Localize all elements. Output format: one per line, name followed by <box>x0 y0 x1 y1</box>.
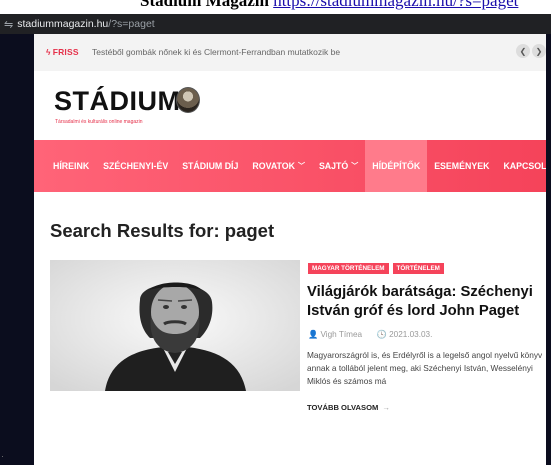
category-badge[interactable]: MAGYAR TÖRTÉNELEM <box>308 263 389 274</box>
right-dark-frame <box>546 34 551 465</box>
url-host: stadiummagazin.hu <box>17 18 109 30</box>
website-page: ϟ FRISS Testéből gombák nőnek ki és Clerm… <box>34 34 546 465</box>
result-thumbnail[interactable] <box>50 260 300 391</box>
nav-item-esemenyek[interactable]: ESEMÉNYEK <box>427 140 496 192</box>
logo-portrait-icon <box>176 87 200 113</box>
ticker-headline[interactable]: Testéből gombák nőnek ki és Clermont-Fer… <box>92 47 340 57</box>
cropped-link[interactable]: https://stadiummagazin.hu/?s=paget <box>273 0 518 10</box>
logo-tagline: Társadalmi és kulturális online magazin <box>55 119 143 125</box>
read-more-link[interactable]: TOVÁBB OLVASOM → <box>307 403 390 412</box>
chevron-down-icon: ﹀ <box>297 163 305 170</box>
result-author[interactable]: Vigh Tímea <box>320 330 362 339</box>
result-meta: 👤 Vigh Tímea 🕓 2021.03.03. <box>308 330 432 340</box>
category-badge[interactable]: TÖRTÉNELEM <box>392 263 444 274</box>
chevron-down-icon: ﹀ <box>351 163 359 170</box>
nav-item-hireink[interactable]: HÍREINK <box>34 140 96 192</box>
result-categories: MAGYAR TÖRTÉNELEM TÖRTÉNELEM <box>308 263 444 274</box>
ticker-prev-icon[interactable]: ❮ <box>516 44 530 58</box>
clock-icon: 🕓 <box>376 330 387 339</box>
result-excerpt: Magyarországról is, és Erdélyről is a le… <box>307 350 543 386</box>
ticker-next-icon[interactable]: ❯ <box>532 44 546 58</box>
browser-address-bar[interactable]: ⇋ stadiummagazin.hu/?s=paget <box>0 14 551 34</box>
cropped-page-heading: Stádium Magazin https://stadiummagazin.h… <box>0 0 551 14</box>
left-dark-frame: · <box>0 34 34 465</box>
nav-item-stadium-dij[interactable]: STÁDIUM DÍJ <box>175 140 245 192</box>
site-logo[interactable]: STÁDIUM Társadalmi és kulturális online … <box>34 71 546 137</box>
nav-item-szechenyi-ev[interactable]: SZÉCHENYI-ÉV <box>96 140 175 192</box>
bolt-icon: ϟ <box>46 47 51 57</box>
news-ticker: ϟ FRISS Testéből gombák nőnek ki és Clerm… <box>34 34 546 71</box>
url-path: /?s=paget <box>108 18 155 30</box>
site-info-icon[interactable]: ⇋ <box>4 18 13 31</box>
result-date: 2021.03.03. <box>389 330 433 339</box>
nav-item-sajto[interactable]: SAJTÓ ﹀ <box>312 140 365 192</box>
portrait-photo-icon <box>50 260 300 391</box>
logo-wordmark: STÁDIUM <box>54 86 181 116</box>
arrow-right-icon: → <box>382 403 390 412</box>
main-navigation: HÍREINK SZÉCHENYI-ÉV STÁDIUM DÍJ ROVATOK… <box>34 140 546 192</box>
search-results-heading: Search Results for: paget <box>50 220 275 241</box>
result-title-link[interactable]: Világjárók barátsága: Széchenyi István g… <box>307 283 543 321</box>
nav-item-kapcsolat[interactable]: KAPCSOLAT <box>496 140 546 192</box>
nav-item-hidepitok[interactable]: HÍDÉPÍTŐK <box>365 140 428 192</box>
nav-item-rovatok[interactable]: ROVATOK ﹀ <box>245 140 312 192</box>
user-icon: 👤 <box>308 330 319 339</box>
ticker-label: ϟ FRISS <box>46 47 79 57</box>
